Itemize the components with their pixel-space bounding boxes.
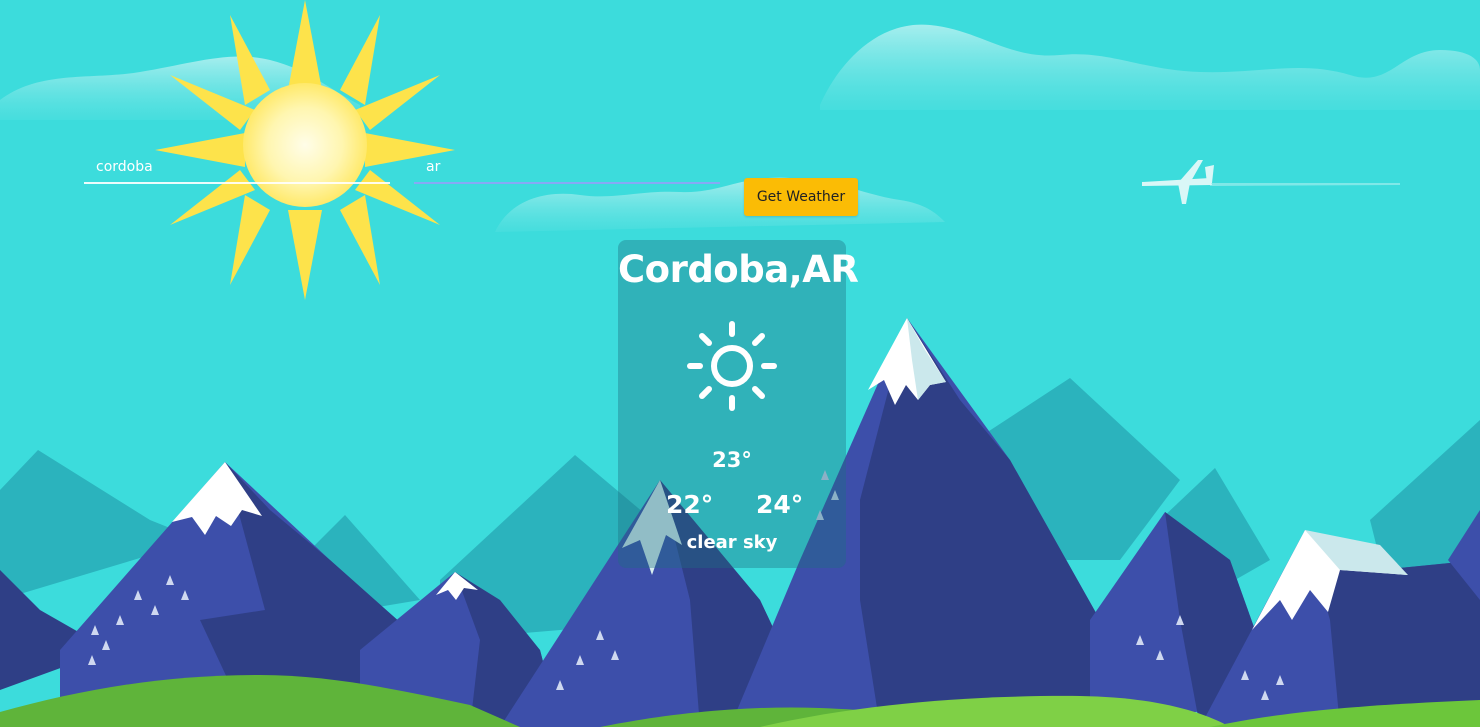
weather-app: Get Weather Cordoba,AR 23° 22° 24° clear… bbox=[0, 0, 1480, 727]
location-title: Cordoba,AR bbox=[618, 248, 859, 291]
max-temperature: 24° bbox=[756, 490, 804, 519]
airplane-icon bbox=[1142, 160, 1400, 204]
min-temperature: 22° bbox=[666, 490, 714, 519]
country-input[interactable] bbox=[414, 152, 720, 184]
sun-icon bbox=[687, 321, 777, 411]
weather-description: clear sky bbox=[686, 532, 778, 553]
city-input[interactable] bbox=[84, 152, 390, 184]
get-weather-button[interactable]: Get Weather bbox=[744, 178, 858, 216]
sun-illustration bbox=[155, 0, 455, 300]
weather-card: Cordoba,AR 23° 22° 24° clear sky bbox=[618, 240, 859, 568]
current-temperature: 23° bbox=[712, 448, 752, 472]
